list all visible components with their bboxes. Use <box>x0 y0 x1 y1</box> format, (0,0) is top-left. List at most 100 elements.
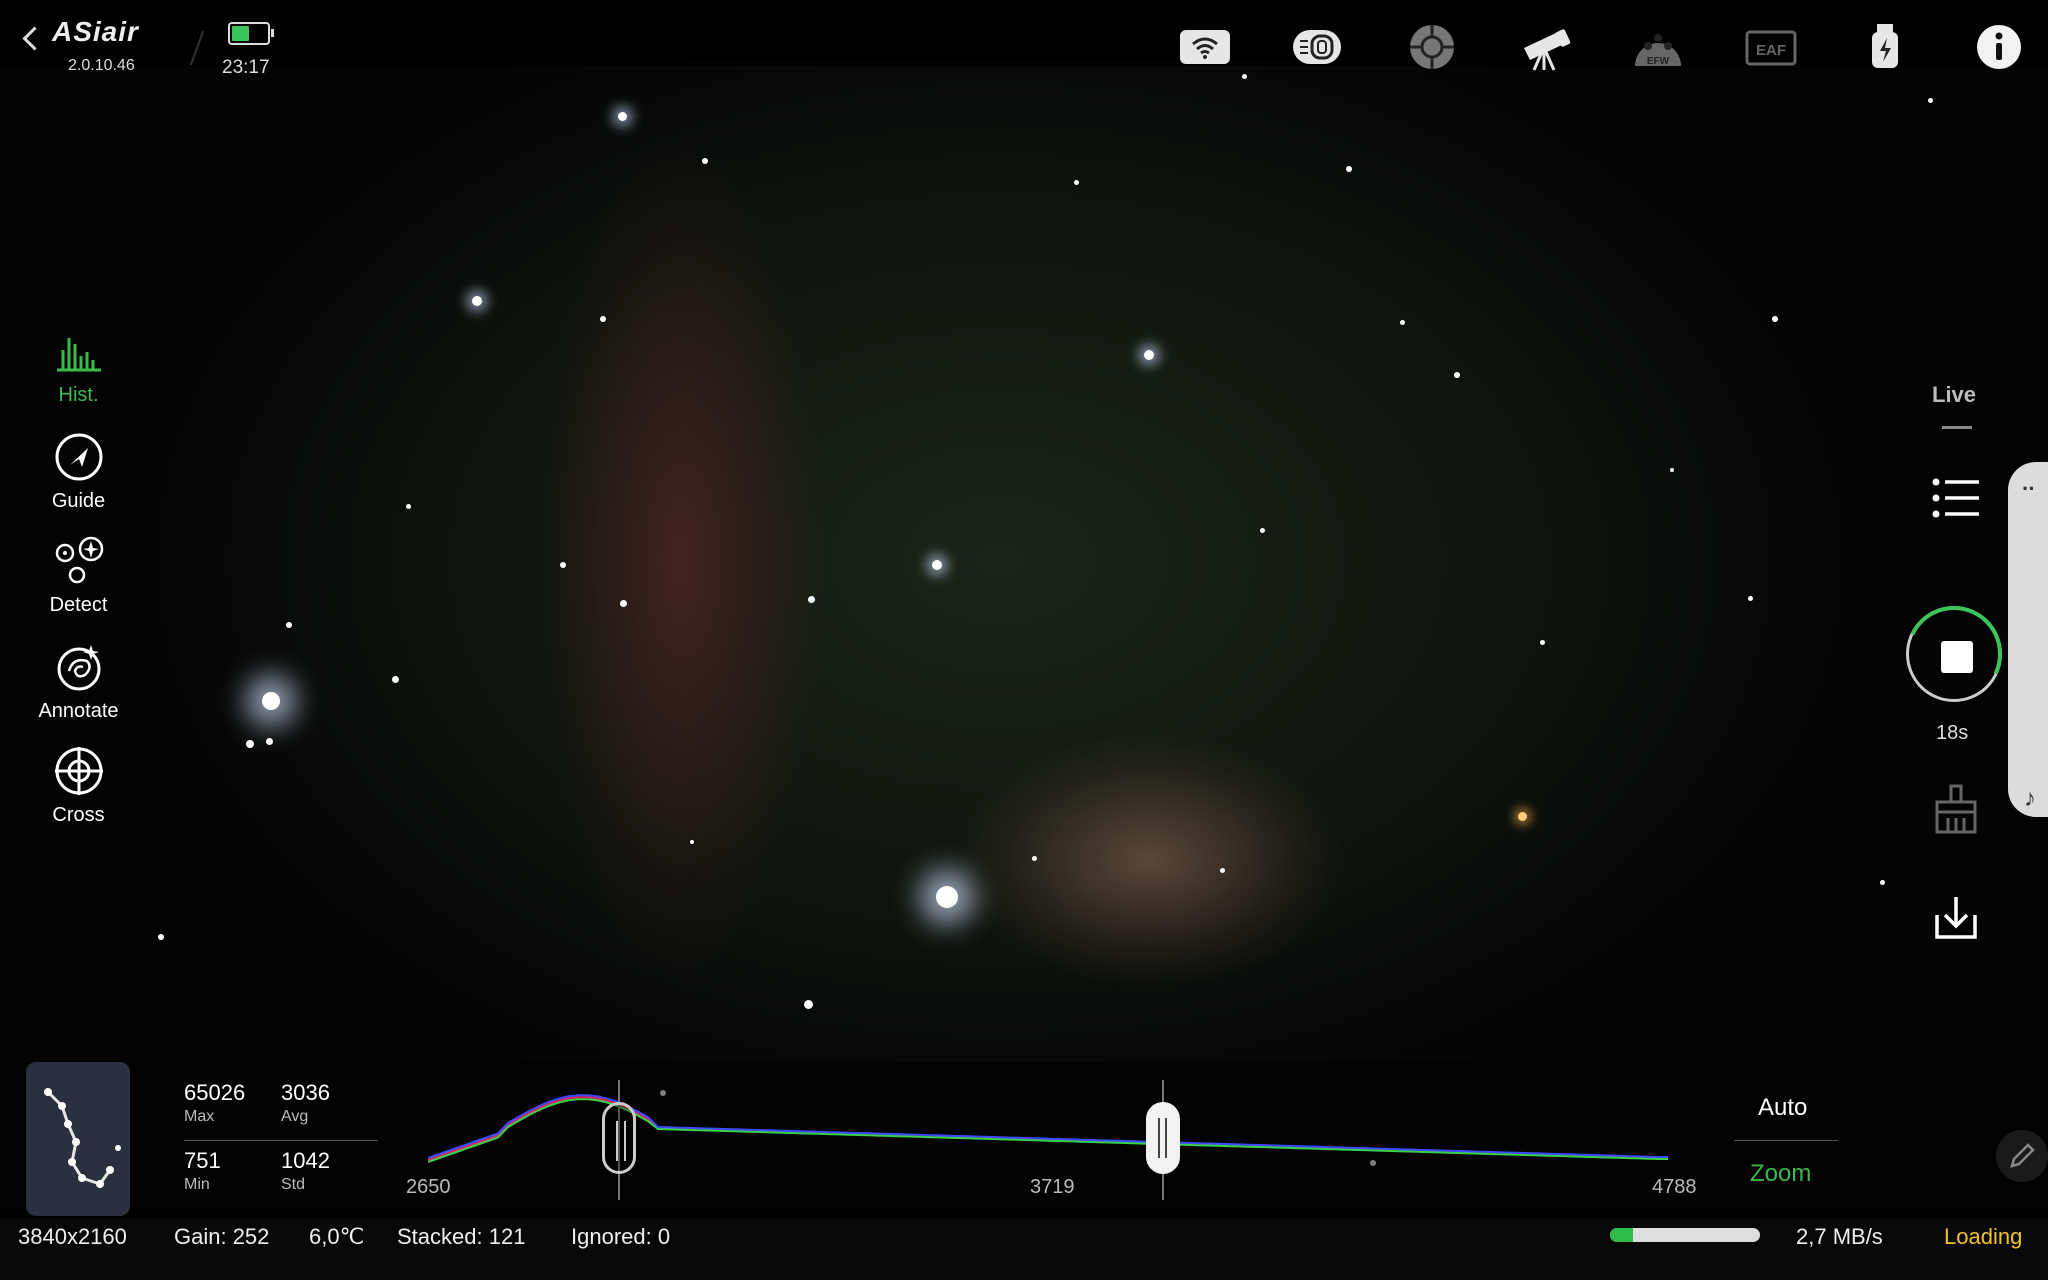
divider <box>1734 1140 1838 1141</box>
star <box>1032 856 1037 861</box>
mode-indicator <box>1942 426 1972 429</box>
stacked-count: Stacked: 121 <box>397 1224 526 1249</box>
battery-icon <box>228 22 274 45</box>
star <box>804 1000 813 1009</box>
more-dots-icon: ·· <box>2022 476 2036 501</box>
histogram-axis-mid: 3719 <box>1030 1176 1075 1198</box>
stat-value: 1042 <box>281 1148 330 1173</box>
info-icon[interactable] <box>1972 22 2026 72</box>
crosshair-icon <box>26 742 131 800</box>
guide-scope-icon[interactable] <box>1405 22 1459 72</box>
telescope-icon[interactable] <box>1518 22 1572 72</box>
star <box>1880 880 1885 885</box>
menu-cross[interactable]: Cross <box>26 742 131 827</box>
star <box>392 676 399 683</box>
guide-icon <box>26 428 131 486</box>
star <box>1772 316 1778 322</box>
ignored-count: Ignored: 0 <box>571 1224 671 1249</box>
star <box>158 934 164 940</box>
eaf-focuser-icon[interactable]: EAF <box>1744 22 1798 72</box>
star <box>1220 868 1225 873</box>
star <box>1928 98 1933 103</box>
stat-label: Std <box>281 1176 306 1193</box>
constellation-thumbnail[interactable] <box>26 1062 130 1216</box>
svg-text:EFW: EFW <box>1647 56 1670 67</box>
auto-stretch-button[interactable]: Auto <box>1758 1094 1807 1122</box>
star <box>932 560 942 570</box>
star <box>1144 350 1154 360</box>
black-point-handle[interactable] <box>602 1102 636 1174</box>
bright-star <box>936 886 958 908</box>
menu-label: Cross <box>52 804 105 826</box>
star <box>406 504 411 509</box>
white-point-handle[interactable] <box>1146 1102 1180 1174</box>
bright-star <box>262 692 280 710</box>
stop-capture-button[interactable] <box>1892 592 2016 716</box>
star <box>1540 640 1545 645</box>
clock: 23:17 <box>222 57 270 78</box>
orange-star <box>1518 812 1527 821</box>
star <box>560 562 566 568</box>
music-note-icon: ♪ <box>2024 785 2036 812</box>
star <box>600 316 606 322</box>
stat-label: Avg <box>281 1108 309 1125</box>
pencil-icon[interactable] <box>1996 1130 2048 1182</box>
stat-label: Min <box>184 1176 210 1193</box>
gain: Gain: 252 <box>174 1224 270 1249</box>
app-version: 2.0.10.46 <box>68 57 135 74</box>
menu-label: Guide <box>51 490 106 512</box>
menu-detect[interactable]: Detect <box>26 532 131 617</box>
histogram-axis-max: 4788 <box>1652 1176 1697 1198</box>
star <box>1074 180 1079 185</box>
stop-icon <box>1941 641 1973 673</box>
divider <box>184 1140 378 1141</box>
zoom-button[interactable]: Zoom <box>1750 1160 1811 1188</box>
stat-max: 65026 Max <box>184 1080 245 1126</box>
transfer-rate: 2,7 MB/s <box>1796 1224 1883 1249</box>
loading-status: Loading <box>1944 1224 2023 1249</box>
menu-label: Detect <box>49 594 108 616</box>
menu-label: Annotate <box>38 700 119 722</box>
star <box>620 600 627 607</box>
download-icon[interactable] <box>1926 888 1986 948</box>
menu-histogram[interactable]: Hist. <box>26 322 131 407</box>
star <box>1748 596 1753 601</box>
star <box>702 158 708 164</box>
menu-annotate[interactable]: Annotate <box>26 638 131 723</box>
list-icon[interactable] <box>1926 468 1986 528</box>
star <box>1346 166 1352 172</box>
stat-avg: 3036 Avg <box>281 1080 330 1126</box>
histogram-icon <box>26 322 131 380</box>
usb-power-icon[interactable] <box>1858 22 1912 72</box>
svg-text:EAF: EAF <box>1756 42 1786 59</box>
mode-live[interactable]: Live <box>1932 382 1976 408</box>
star <box>472 296 482 306</box>
annotate-icon <box>26 638 131 696</box>
camera-lens-icon[interactable] <box>1290 22 1344 72</box>
star <box>266 738 273 745</box>
resolution: 3840x2160 <box>18 1224 127 1249</box>
stat-std: 1042 Std <box>281 1148 330 1194</box>
star <box>690 840 694 844</box>
sensor-temperature: 6,0℃ <box>309 1224 365 1249</box>
side-drawer-handle[interactable]: ·· ♪ <box>2008 462 2048 817</box>
clean-icon[interactable] <box>1926 780 1986 840</box>
stat-value: 3036 <box>281 1080 330 1105</box>
star <box>286 622 292 628</box>
stat-min: 751 Min <box>184 1148 221 1194</box>
stat-label: Max <box>184 1108 215 1125</box>
top-bar <box>0 0 2048 66</box>
star <box>1400 320 1405 325</box>
live-image-view[interactable] <box>0 60 2048 1210</box>
star <box>1242 74 1247 79</box>
star <box>808 596 815 603</box>
menu-guide[interactable]: Guide <box>26 428 131 513</box>
star <box>1454 372 1460 378</box>
histogram-axis-min: 2650 <box>406 1176 451 1198</box>
detect-icon <box>26 532 131 590</box>
transfer-progress-bar <box>1610 1228 1760 1242</box>
star <box>246 740 254 748</box>
stat-value: 65026 <box>184 1080 246 1105</box>
wifi-icon[interactable] <box>1178 22 1232 72</box>
efw-filter-wheel-icon[interactable]: EFW <box>1631 22 1685 72</box>
